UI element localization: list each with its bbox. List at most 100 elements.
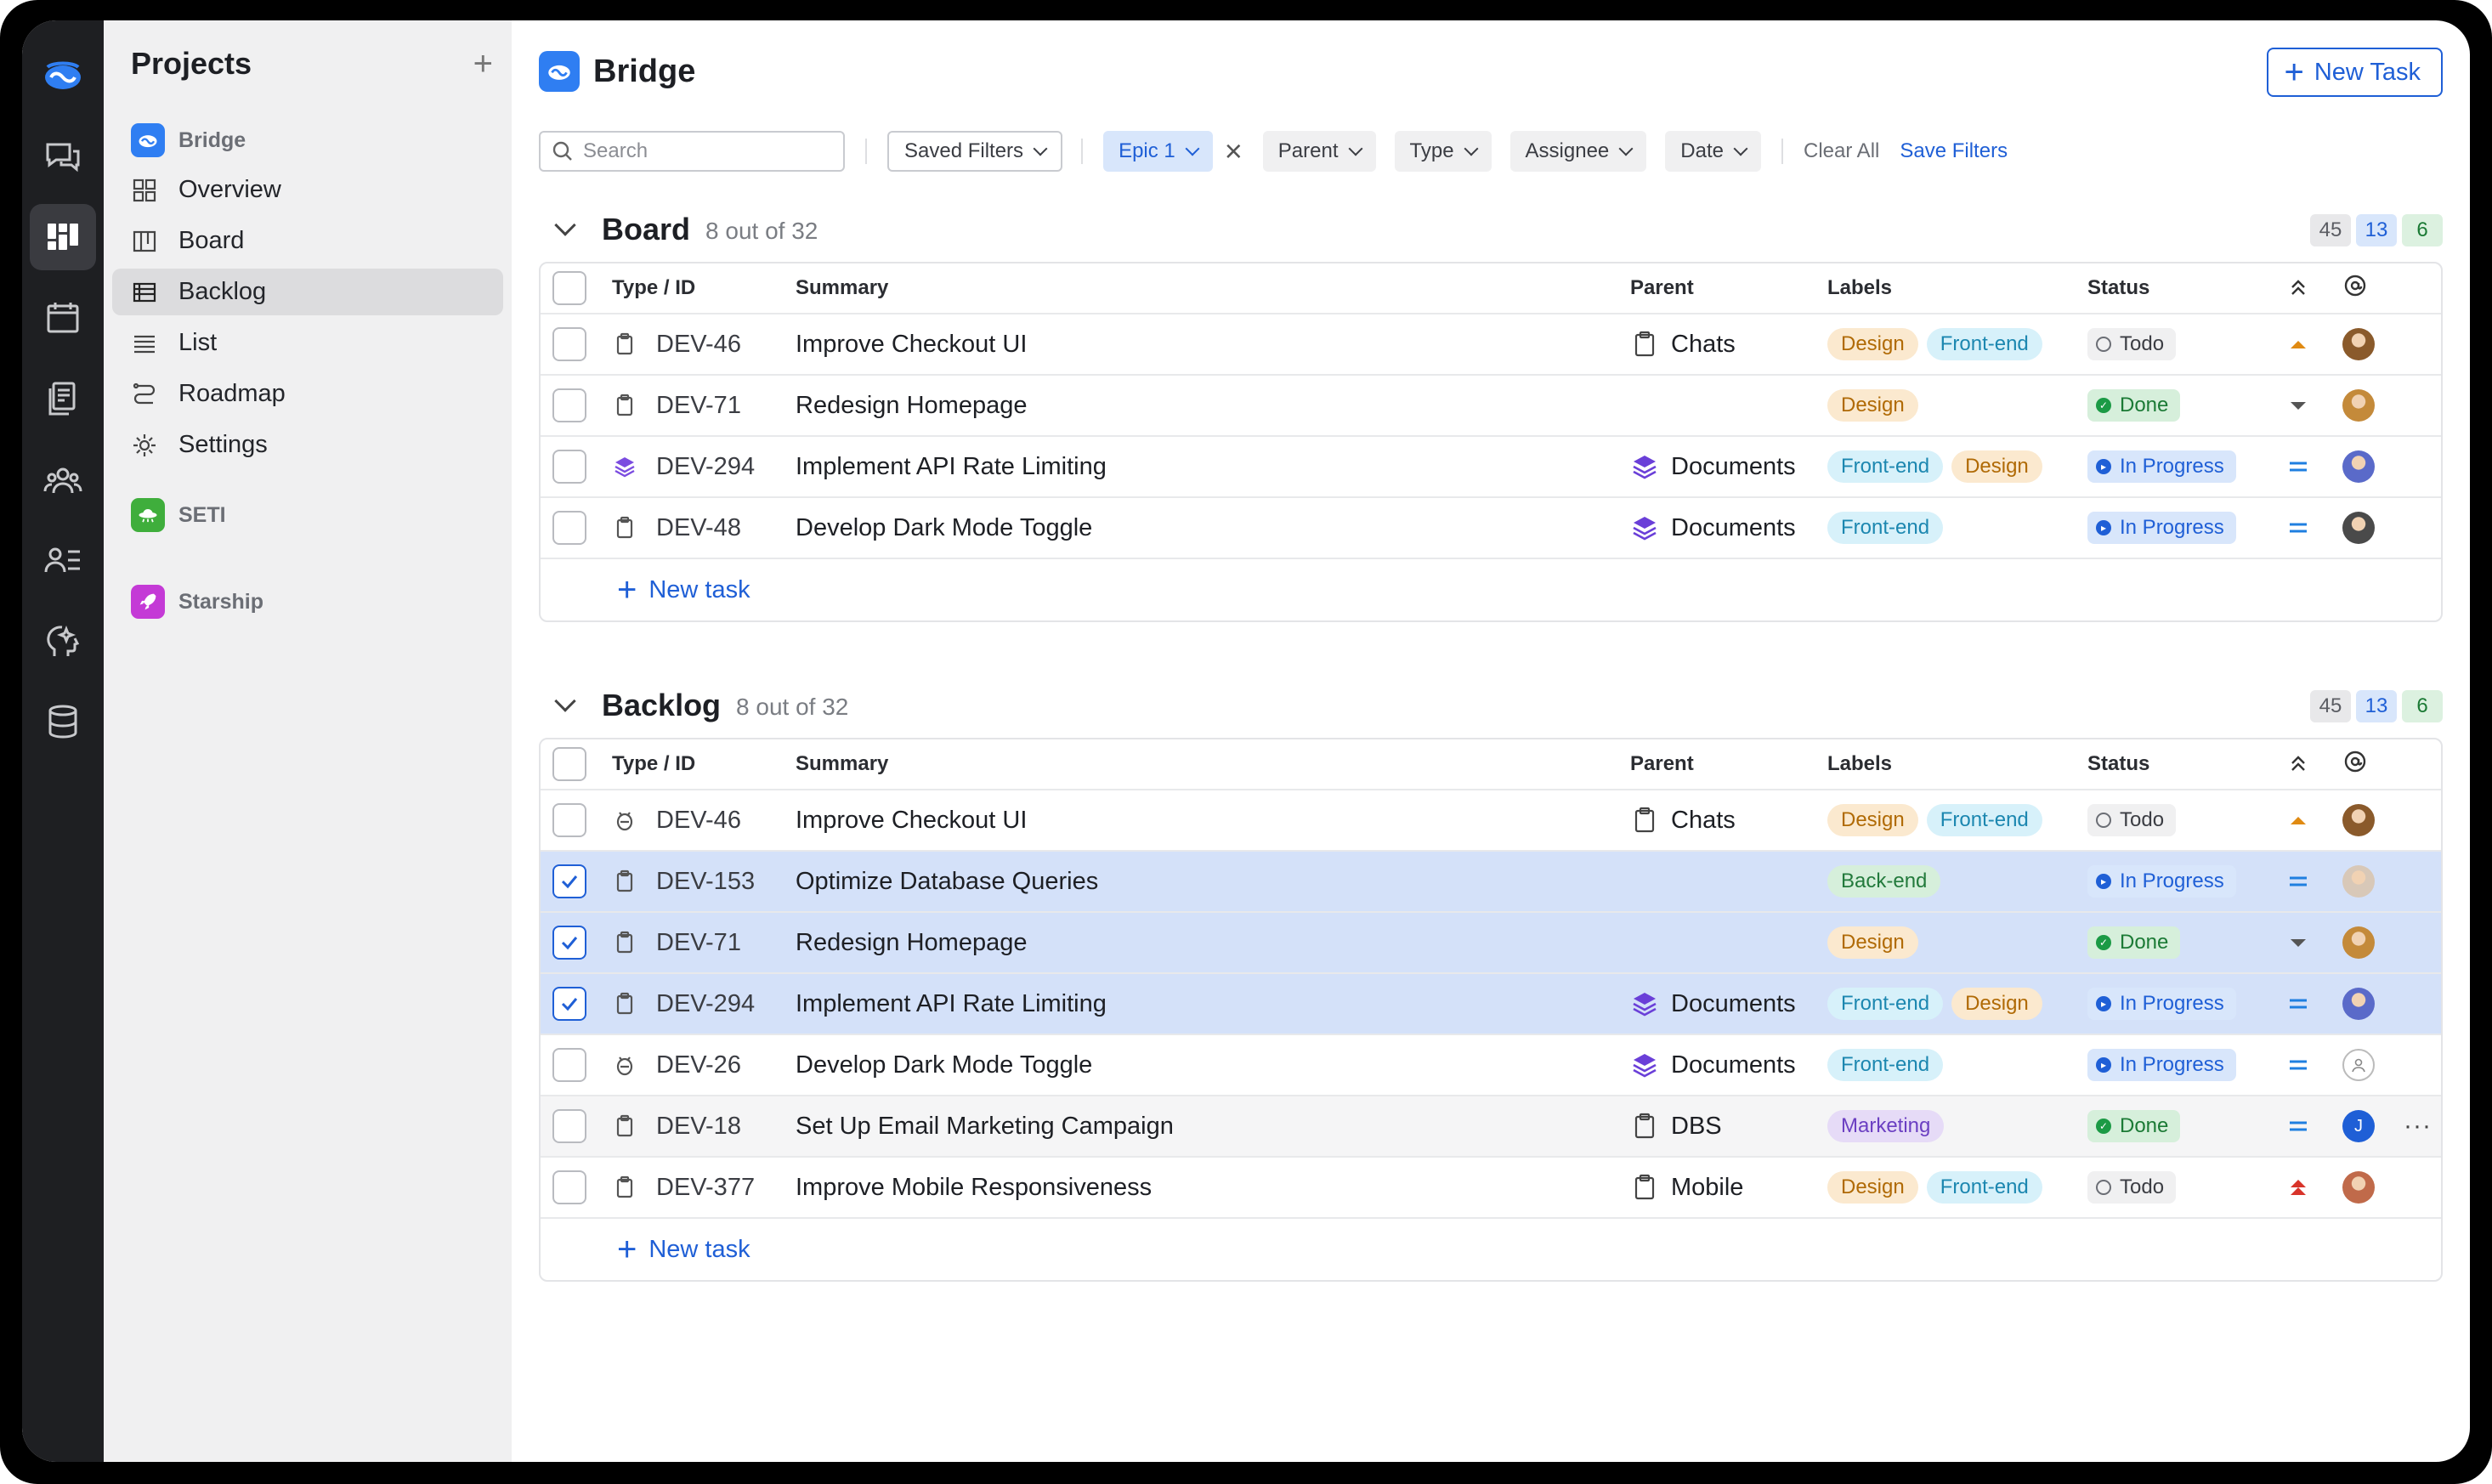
task-summary[interactable]: Set Up Email Marketing Campaign [796,1113,1174,1141]
label-tag[interactable]: Design [1951,450,2042,483]
task-summary[interactable]: Implement API Rate Limiting [796,990,1107,1018]
table-row[interactable]: DEV-153 Optimize Database Queries Back-end… [541,852,2441,913]
contacts-icon[interactable] [30,527,96,593]
row-checkbox[interactable] [552,1109,586,1143]
projects-icon[interactable] [30,204,96,270]
row-checkbox[interactable] [552,1048,586,1082]
label-tag[interactable]: Front-end [1827,988,1944,1020]
label-tag[interactable]: Back-end [1827,865,1941,898]
assignee-cell[interactable] [2342,865,2375,898]
task-id[interactable]: DEV-46 [656,331,741,359]
assignee-column-icon[interactable] [2342,749,2368,780]
parent-filter-dropdown[interactable]: Parent [1262,131,1376,172]
save-filters-button[interactable]: Save Filters [1900,139,2008,163]
status-cell[interactable]: Todo [2087,1171,2177,1204]
table-row[interactable]: DEV-71 Redesign Homepage Design ✓ Done [541,376,2441,437]
status-cell[interactable]: ▸ In Progress [2087,865,2236,898]
row-checkbox[interactable] [552,987,586,1021]
assignee-cell[interactable] [2342,512,2375,544]
assignee-cell[interactable] [2342,804,2375,836]
row-checkbox[interactable] [552,803,586,837]
task-id[interactable]: DEV-71 [656,392,741,420]
status-cell[interactable]: Todo [2087,328,2177,360]
status-cell[interactable]: ▸ In Progress [2087,1049,2236,1081]
select-all-checkbox[interactable] [552,271,586,305]
task-id[interactable]: DEV-377 [656,1174,755,1202]
collapse-chevron-icon[interactable] [554,214,576,236]
search-input[interactable]: Search [539,131,845,172]
project-starship[interactable]: Starship [112,581,503,623]
priority-cell[interactable] [2283,454,2314,479]
label-tag[interactable]: Design [1827,804,1918,836]
label-tag[interactable]: Front-end [1827,450,1944,483]
task-summary[interactable]: Develop Dark Mode Toggle [796,514,1092,542]
task-summary[interactable]: Redesign Homepage [796,929,1027,957]
team-icon[interactable] [30,446,96,513]
parent-cell[interactable]: Documents [1630,452,1796,481]
table-row[interactable]: DEV-71 Redesign Homepage Design ✓ Done [541,913,2441,974]
nav-board[interactable]: Board [112,218,503,264]
task-summary[interactable]: Develop Dark Mode Toggle [796,1051,1092,1079]
documents-icon[interactable] [30,365,96,432]
type-filter-dropdown[interactable]: Type [1394,131,1492,172]
nav-settings[interactable]: Settings [112,422,503,468]
add-project-button[interactable]: + [473,45,493,83]
priority-sort-icon[interactable] [2283,275,2314,301]
priority-cell[interactable] [2283,930,2314,955]
status-cell[interactable]: ✓ Done [2087,926,2181,959]
task-id[interactable]: DEV-153 [656,868,755,896]
priority-sort-icon[interactable] [2283,751,2314,777]
parent-cell[interactable]: Chats [1630,330,1736,359]
parent-cell[interactable]: Documents [1630,1051,1796,1079]
app-logo-icon[interactable] [30,42,96,109]
chat-icon[interactable] [30,123,96,190]
nav-backlog[interactable]: Backlog [112,269,503,315]
database-icon[interactable] [30,688,96,755]
clear-epic-filter-icon[interactable]: × [1225,136,1243,167]
task-summary[interactable]: Improve Checkout UI [796,807,1027,835]
task-id[interactable]: DEV-26 [656,1051,741,1079]
clear-all-button[interactable]: Clear All [1804,139,1879,163]
row-checkbox[interactable] [552,450,586,484]
row-checkbox[interactable] [552,511,586,545]
parent-cell[interactable]: Documents [1630,989,1796,1018]
label-tag[interactable]: Design [1827,328,1918,360]
task-id[interactable]: DEV-71 [656,929,741,957]
epic-filter-dropdown[interactable]: Epic 1 [1103,131,1213,172]
priority-cell[interactable] [2283,331,2314,357]
status-cell[interactable]: ▸ In Progress [2087,450,2236,483]
status-cell[interactable]: Todo [2087,804,2177,836]
ai-icon[interactable] [30,608,96,674]
row-checkbox[interactable] [552,1170,586,1204]
parent-cell[interactable]: Chats [1630,806,1736,835]
task-summary[interactable]: Optimize Database Queries [796,868,1098,896]
saved-filters-dropdown[interactable]: Saved Filters [887,131,1063,172]
task-id[interactable]: DEV-48 [656,514,741,542]
priority-cell[interactable] [2283,393,2314,418]
add-task-button[interactable]: + New task [541,1219,2441,1280]
assignee-cell[interactable] [2342,328,2375,360]
assignee-cell[interactable]: J [2342,1110,2375,1142]
status-cell[interactable]: ✓ Done [2087,1110,2181,1142]
label-tag[interactable]: Front-end [1827,1049,1944,1081]
project-seti[interactable]: SETI [112,494,503,536]
priority-cell[interactable] [2283,1175,2314,1200]
collapse-chevron-icon[interactable] [554,690,576,712]
parent-cell[interactable]: DBS [1630,1112,1722,1141]
assignee-cell[interactable] [2342,926,2375,959]
date-filter-dropdown[interactable]: Date [1665,131,1761,172]
label-tag[interactable]: Front-end [1926,1171,2042,1204]
nav-overview[interactable]: Overview [112,167,503,213]
label-tag[interactable]: Design [1951,988,2042,1020]
table-row[interactable]: DEV-377 Improve Mobile Responsiveness Mobi… [541,1158,2441,1219]
table-row[interactable]: DEV-26 Develop Dark Mode Toggle Documents F… [541,1035,2441,1096]
assignee-filter-dropdown[interactable]: Assignee [1509,131,1647,172]
label-tag[interactable]: Front-end [1827,512,1944,544]
task-summary[interactable]: Improve Mobile Responsiveness [796,1174,1152,1202]
table-row[interactable]: DEV-46 Improve Checkout UI Chats Design Fron… [541,314,2441,376]
table-row[interactable]: DEV-18 Set Up Email Marketing Campaign DBS… [541,1096,2441,1158]
label-tag[interactable]: Design [1827,926,1918,959]
priority-cell[interactable] [2283,807,2314,833]
table-row[interactable]: DEV-48 Develop Dark Mode Toggle Documents F… [541,498,2441,559]
more-actions-icon[interactable]: ··· [2404,1112,2432,1141]
